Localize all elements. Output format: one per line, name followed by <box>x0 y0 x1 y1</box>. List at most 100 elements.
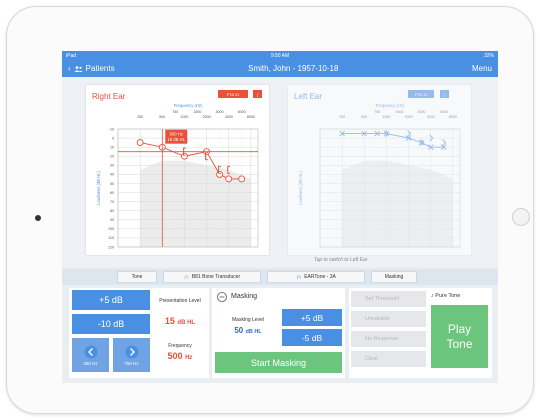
x-tick-label: 4000 <box>427 115 435 119</box>
presentation-level-number: 15 <box>164 316 175 326</box>
eartone-label: EARTone - 3A <box>304 274 336 280</box>
y-tick-label: 50 <box>110 182 114 186</box>
y-tick-label: 110 <box>108 236 114 240</box>
x-tick-label: 500 <box>361 115 367 119</box>
x-tick-label: 1500 <box>193 110 201 114</box>
chevron-left-icon <box>84 345 97 358</box>
presentation-level-unit: dB HL <box>177 320 196 326</box>
pure-tone-text: Pure Tone <box>435 293 461 299</box>
x-tick-label: 4000 <box>225 115 233 119</box>
y-tick-label: 10 <box>110 145 114 149</box>
level-up-button[interactable]: +5 dB <box>72 290 150 310</box>
play-tone-line2: Tone <box>446 336 473 351</box>
x-tick-label: 8000 <box>449 115 457 119</box>
frequency-value: 500 Hz <box>154 351 206 361</box>
play-tone-button[interactable]: Play Tone <box>431 305 488 368</box>
x-tick-label: 1000 <box>382 115 390 119</box>
home-button[interactable] <box>512 208 530 226</box>
start-masking-button[interactable]: Start Masking <box>215 352 342 373</box>
x-tick-label: 750 <box>374 110 380 114</box>
tap-hint: Tap to switch to Left Ear <box>314 257 368 263</box>
prev-frequency-button[interactable]: 250 Hz <box>72 338 109 372</box>
frequency-number: 500 <box>167 351 183 361</box>
right-audiogram[interactable]: Frequency (Hz)250 500 1000 2000 4000 8000750 1… <box>86 85 269 255</box>
masking-up-button[interactable]: +5 dB <box>282 309 342 326</box>
x-tick-label: 8000 <box>247 115 255 119</box>
actions-panel: Set Threshold Unreliable No Response Cle… <box>349 288 492 378</box>
data-point-chevron <box>407 130 412 137</box>
x-tick-label: 1500 <box>395 110 403 114</box>
controls-bar: Tone ∩ B81 Bone Transducer ∩ EARTone - 3… <box>62 269 498 285</box>
transducer-select[interactable]: ∩ B81 Bone Transducer <box>163 271 261 283</box>
data-point-o <box>136 139 144 147</box>
back-button[interactable]: ‹ Patients <box>68 64 115 73</box>
pure-tone-label: ♪ Pure Tone <box>431 293 460 299</box>
y-tick-label: 80 <box>110 209 114 213</box>
masking-level-unit: dB HL <box>245 329 262 335</box>
x-tick-label: 750 <box>172 110 178 114</box>
x-tick-label: 1000 <box>180 115 188 119</box>
masking-panel: Masking Masking Level 50 dB HL +5 dB -5 … <box>212 288 345 378</box>
minus-circle-icon[interactable] <box>217 292 227 302</box>
back-label: Patients <box>85 64 115 73</box>
menu-button[interactable]: Menu <box>472 64 492 73</box>
masking-level-value: 50 dB HL <box>218 326 278 335</box>
y-tick-label: 20 <box>110 155 114 159</box>
x-tick-label: 3000 <box>216 110 224 114</box>
data-point-o <box>225 175 233 183</box>
masking-level-number: 50 <box>234 326 244 335</box>
data-point-o <box>216 170 223 178</box>
tooltip-level: 15 dB HL <box>168 137 186 142</box>
y-tick-label: 90 <box>110 218 114 222</box>
y-tick-label: 100 <box>108 227 114 231</box>
frequency-unit: Hz <box>185 355 193 361</box>
status-bar: iPad 9:50 AM 32% <box>62 51 498 60</box>
carrier-label: iPad <box>66 52 77 59</box>
y-tick-label: 70 <box>110 200 114 204</box>
audiogram-shade <box>342 160 453 247</box>
x-tick-label: 6000 <box>440 110 448 114</box>
masking-level-caption: Masking Level <box>232 317 264 323</box>
clock: 9:50 AM <box>270 52 290 59</box>
presentation-level-caption: Presentation Level <box>159 298 201 304</box>
no-response-button[interactable]: No Response <box>351 331 426 347</box>
data-point-chevron <box>442 139 447 146</box>
clear-button[interactable]: Clear <box>351 351 426 367</box>
left-audiogram[interactable]: Frequency (Hz) 250 500 1000 2000 4000 8000 750 1… <box>288 85 471 255</box>
chevron-left-icon: ‹ <box>68 64 71 73</box>
x-tick-label: 2000 <box>405 115 413 119</box>
presentation-level-value: 15 dB HL <box>154 316 206 326</box>
prev-freq-label: 250 Hz <box>83 360 98 366</box>
transducer-label: B81 Bone Transducer <box>191 274 241 280</box>
data-point-o <box>238 175 246 183</box>
masking-down-button[interactable]: -5 dB <box>282 329 342 346</box>
left-ear-card[interactable]: Left Ear PTA 11 ] Frequency (Hz) 250 500 10… <box>288 85 471 255</box>
x-tick-label: 250 <box>137 115 143 119</box>
masking-tab-label: Masking <box>384 274 404 280</box>
right-ear-card[interactable]: Right Ear PTA 21 [ Frequency (Hz) 250 500 1… <box>86 85 269 255</box>
camera <box>35 215 41 221</box>
x-axis-label: Frequency (Hz) <box>376 103 405 108</box>
unreliable-button[interactable]: Unreliable <box>351 311 426 327</box>
masking-tab[interactable]: Masking <box>371 271 417 283</box>
data-point-o <box>180 152 188 160</box>
nav-bar: ‹ Patients Smith, John - 1957-10-18 Menu <box>62 60 498 77</box>
next-freq-label: 750 Hz <box>124 360 139 366</box>
eartone-select[interactable]: ∩ EARTone - 3A <box>267 271 365 283</box>
level-down-button[interactable]: -10 dB <box>72 314 150 334</box>
y-axis-label: Loudness (dB HL) <box>96 171 101 205</box>
set-threshold-button[interactable]: Set Threshold <box>351 291 426 307</box>
audiogram-shade <box>140 160 251 247</box>
app-screen: iPad 9:50 AM 32% ‹ Patients Smith, John … <box>62 51 498 383</box>
x-axis-label: Frequency (Hz) <box>174 103 203 108</box>
y-tick-label: 0 <box>112 136 114 140</box>
patient-title: Smith, John - 1957-10-18 <box>248 64 339 73</box>
next-frequency-button[interactable]: 750 Hz <box>113 338 150 372</box>
headphones-icon: ∩ <box>296 273 302 281</box>
frequency-caption: Frequency <box>168 343 192 349</box>
y-tick-label: -10 <box>109 127 114 131</box>
ipad-frame: iPad 9:50 AM 32% ‹ Patients Smith, John … <box>6 6 534 414</box>
y-tick-label: 120 <box>108 245 114 249</box>
tone-tab[interactable]: Tone <box>117 271 157 283</box>
x-tick-label: 6000 <box>238 110 246 114</box>
